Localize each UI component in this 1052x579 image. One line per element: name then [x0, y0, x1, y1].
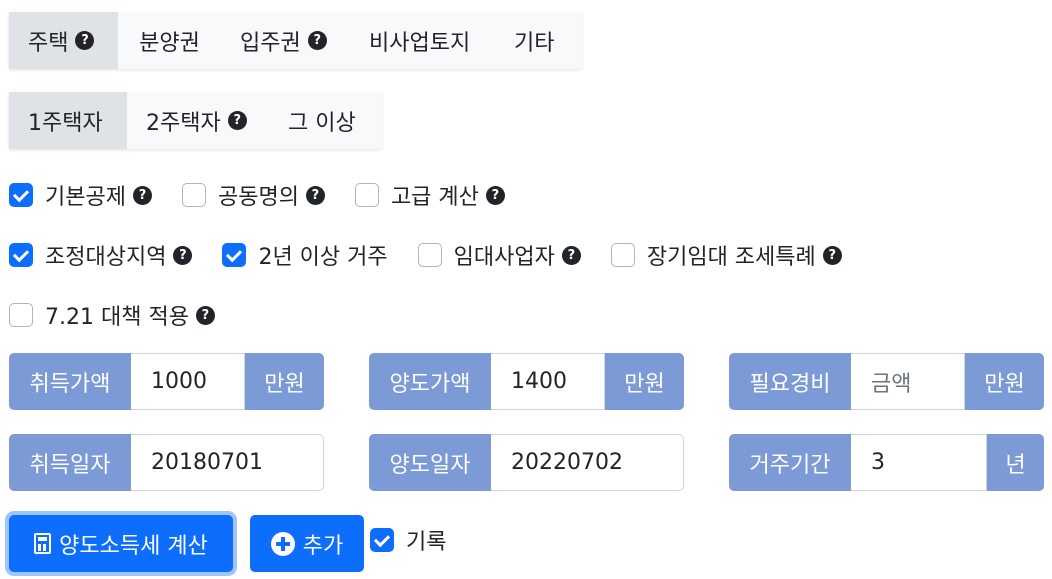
- help-icon[interactable]: ?: [195, 305, 215, 325]
- tab-house[interactable]: 주택 ?: [9, 12, 118, 69]
- tab-two-houses[interactable]: 2주택자 ?: [127, 92, 269, 149]
- tab-one-house[interactable]: 1주택자: [9, 92, 127, 149]
- add-button-label: 추가: [302, 533, 344, 559]
- tab-label: 2주택자: [146, 110, 221, 136]
- help-icon[interactable]: ?: [307, 31, 327, 50]
- sale-date-group: 양도일자 20220702: [369, 434, 684, 491]
- sale-price-label: 양도가액: [369, 353, 491, 410]
- long-term-rental-checkbox[interactable]: 장기임대 조세특례 ?: [610, 239, 842, 271]
- joint-ownership-checkbox[interactable]: 공동명의 ?: [181, 179, 325, 211]
- tab-label: 1주택자: [28, 110, 103, 136]
- unit-label: 만원: [245, 353, 324, 410]
- checkbox-label: 장기임대 조세특례: [646, 245, 816, 270]
- tab-other[interactable]: 기타: [495, 12, 582, 69]
- tab-label: 기타: [514, 30, 555, 56]
- acquisition-date-label: 취득일자: [9, 434, 131, 491]
- expenses-label: 필요경비: [729, 353, 851, 410]
- record-checkbox[interactable]: 기록: [370, 524, 446, 556]
- tab-presale-right[interactable]: 분양권: [118, 12, 221, 69]
- checkbox-checked[interactable]: [222, 243, 247, 267]
- help-icon[interactable]: ?: [173, 245, 193, 265]
- unit-label: 년: [987, 434, 1044, 491]
- checkbox-unchecked[interactable]: [9, 303, 33, 327]
- residence-period-input[interactable]: 3: [851, 434, 987, 491]
- residence-period-label: 거주기간: [729, 434, 851, 491]
- checkbox-label: 기본공제: [45, 185, 126, 210]
- expenses-input[interactable]: 금액: [851, 353, 965, 410]
- checkbox-label: 임대사업자: [453, 245, 555, 270]
- advanced-calc-checkbox[interactable]: 고급 계산 ?: [354, 179, 505, 211]
- basic-deduction-checkbox[interactable]: 기본공제 ?: [9, 179, 152, 211]
- checkbox-checked[interactable]: [9, 183, 33, 207]
- help-icon[interactable]: ?: [485, 185, 505, 205]
- checkbox-label: 기록: [406, 530, 447, 555]
- tab-label: 비사업토지: [369, 30, 471, 56]
- options-row-2: 조정대상지역 ? 2년 이상 거주 임대사업자 ? 장기임대 조세특례 ?: [9, 239, 872, 271]
- acquisition-date-input[interactable]: 20180701: [131, 434, 324, 491]
- checkbox-label: 7.21 대책 적용: [45, 305, 189, 330]
- checkbox-label: 공동명의: [217, 185, 299, 210]
- checkbox-unchecked[interactable]: [610, 243, 635, 267]
- plus-circle-icon: [270, 531, 295, 556]
- policy-721-checkbox[interactable]: 7.21 대책 적용 ?: [9, 299, 215, 331]
- expenses-group: 필요경비 금액 만원: [729, 353, 1044, 410]
- checkbox-checked[interactable]: [9, 243, 33, 267]
- house-count-tabs: 1주택자 2주택자 ? 그 이상: [9, 92, 382, 149]
- tab-label: 주택: [28, 30, 69, 56]
- help-icon[interactable]: ?: [227, 111, 247, 130]
- calculate-tax-button[interactable]: 양도소득세 계산: [9, 515, 233, 572]
- help-icon[interactable]: ?: [132, 185, 152, 205]
- checkbox-label: 조정대상지역: [45, 245, 167, 270]
- sale-date-input[interactable]: 20220702: [491, 434, 684, 491]
- tab-label: 입주권: [240, 30, 301, 56]
- help-icon[interactable]: ?: [305, 185, 325, 205]
- rental-business-checkbox[interactable]: 임대사업자 ?: [417, 239, 581, 271]
- checkbox-label: 고급 계산: [390, 185, 479, 210]
- acquisition-price-group: 취득가액 1000 만원: [9, 353, 324, 410]
- calculator-icon: [34, 533, 52, 554]
- options-row-1: 기본공제 ? 공동명의 ? 고급 계산 ?: [9, 179, 535, 211]
- help-icon[interactable]: ?: [561, 245, 581, 265]
- help-icon[interactable]: ?: [822, 245, 842, 265]
- checkbox-checked[interactable]: [370, 528, 394, 552]
- two-year-residence-checkbox[interactable]: 2년 이상 거주: [222, 239, 388, 271]
- unit-label: 만원: [605, 353, 684, 410]
- tab-label: 분양권: [139, 30, 200, 56]
- add-button[interactable]: 추가: [250, 515, 364, 572]
- tab-more-houses[interactable]: 그 이상: [269, 92, 382, 149]
- acquisition-date-group: 취득일자 20180701: [9, 434, 324, 491]
- unit-label: 만원: [965, 353, 1044, 410]
- adjusted-area-checkbox[interactable]: 조정대상지역 ?: [9, 239, 193, 271]
- tab-non-business-land[interactable]: 비사업토지: [350, 12, 495, 69]
- tab-move-in-right[interactable]: 입주권 ?: [221, 12, 350, 69]
- tab-label: 그 이상: [288, 110, 356, 136]
- sale-date-label: 양도일자: [369, 434, 491, 491]
- checkbox-unchecked[interactable]: [417, 243, 442, 267]
- sale-price-input[interactable]: 1400: [491, 353, 605, 410]
- calculate-button-label: 양도소득세 계산: [59, 533, 208, 559]
- checkbox-unchecked[interactable]: [181, 183, 206, 207]
- sale-price-group: 양도가액 1400 만원: [369, 353, 684, 410]
- acquisition-price-input[interactable]: 1000: [131, 353, 245, 410]
- acquisition-price-label: 취득가액: [9, 353, 131, 410]
- property-type-tabs: 주택 ? 분양권 입주권 ? 비사업토지 기타: [9, 12, 582, 69]
- residence-period-group: 거주기간 3 년: [729, 434, 1044, 491]
- checkbox-label: 2년 이상 거주: [258, 245, 388, 270]
- help-icon[interactable]: ?: [75, 31, 95, 50]
- checkbox-unchecked[interactable]: [354, 183, 379, 207]
- options-row-3: 7.21 대책 적용 ?: [9, 299, 245, 331]
